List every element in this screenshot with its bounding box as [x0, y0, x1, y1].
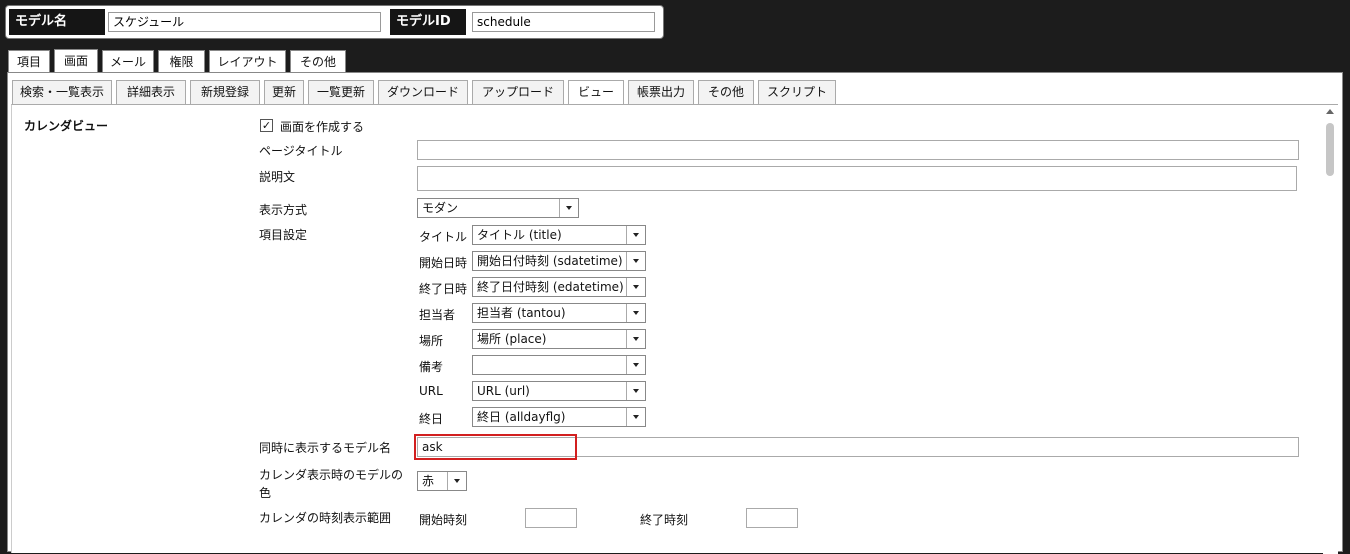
item-row-title-value: タイトル (title)	[477, 228, 562, 242]
time-range-label: カレンダの時刻表示範囲	[259, 511, 392, 525]
view-settings-content: カレンダビュー ✓ 画面を作成する ページタイトル 説明文 表示方式 モダン 項…	[11, 104, 1338, 554]
description-label: 説明文	[259, 170, 296, 184]
subtab-other[interactable]: その他	[698, 80, 754, 104]
chevron-down-icon	[626, 330, 645, 348]
tab-mail[interactable]: メール	[102, 50, 154, 73]
display-mode-select[interactable]: モダン	[417, 198, 579, 218]
subtab-download[interactable]: ダウンロード	[378, 80, 468, 104]
item-row-end-value: 終了日付時刻 (edatetime)	[477, 280, 624, 294]
item-row-title-select[interactable]: タイトル (title)	[472, 225, 646, 245]
item-row-end-label: 終了日時	[419, 282, 468, 296]
subtab-update[interactable]: 更新	[264, 80, 304, 104]
model-name-input[interactable]: スケジュール	[108, 12, 381, 32]
scroll-up-arrow-icon[interactable]	[1326, 109, 1334, 114]
item-row-assignee-label: 担当者	[419, 308, 456, 322]
chevron-down-icon	[447, 472, 466, 490]
item-row-place-value: 場所 (place)	[477, 332, 547, 346]
item-row-url-value: URL (url)	[477, 384, 530, 398]
chevron-down-icon	[626, 278, 645, 296]
page-title-input[interactable]	[417, 140, 1299, 160]
item-row-start-select[interactable]: 開始日付時刻 (sdatetime)	[472, 251, 646, 271]
model-color-label: カレンダ表示時のモデルの	[259, 468, 404, 482]
subtab-detail[interactable]: 詳細表示	[116, 80, 186, 104]
item-row-assignee-select[interactable]: 担当者 (tantou)	[472, 303, 646, 323]
chevron-down-icon	[626, 382, 645, 400]
subtab-search-list[interactable]: 検索・一覧表示	[12, 80, 112, 104]
item-row-allday-select[interactable]: 終日 (alldayflg)	[472, 407, 646, 427]
page-title-label: ページタイトル	[259, 144, 343, 158]
item-row-url-label: URL	[419, 384, 443, 398]
tab-other[interactable]: その他	[290, 50, 346, 73]
item-row-assignee-value: 担当者 (tantou)	[477, 306, 566, 320]
model-color-label-line2: 色	[259, 486, 272, 500]
end-time-label: 終了時刻	[640, 513, 689, 527]
display-mode-label: 表示方式	[259, 203, 308, 217]
model-color-value: 赤	[422, 474, 435, 488]
concurrent-models-label: 同時に表示するモデル名	[259, 441, 392, 455]
item-row-place-label: 場所	[419, 334, 444, 348]
vertical-scrollbar[interactable]	[1323, 105, 1338, 554]
chevron-down-icon	[626, 226, 645, 244]
item-row-end-select[interactable]: 終了日付時刻 (edatetime)	[472, 277, 646, 297]
description-input[interactable]	[417, 166, 1297, 191]
display-mode-value: モダン	[422, 201, 459, 215]
create-screen-label: 画面を作成する	[280, 120, 365, 134]
item-row-allday-value: 終日 (alldayflg)	[477, 410, 566, 424]
item-settings-label: 項目設定	[259, 228, 308, 242]
item-row-allday-label: 終日	[419, 412, 444, 426]
chevron-down-icon	[559, 199, 578, 217]
subtab-script[interactable]: スクリプト	[758, 80, 836, 104]
item-row-start-label: 開始日時	[419, 256, 468, 270]
model-id-input[interactable]: schedule	[472, 12, 655, 32]
item-row-title-label: タイトル	[419, 230, 468, 244]
item-row-start-value: 開始日付時刻 (sdatetime)	[477, 254, 623, 268]
start-time-label: 開始時刻	[419, 513, 468, 527]
tab-screen[interactable]: 画面	[54, 49, 98, 73]
chevron-down-icon	[626, 356, 645, 374]
subtab-upload[interactable]: アップロード	[472, 80, 564, 104]
main-panel: 検索・一覧表示 詳細表示 新規登録 更新 一覧更新 ダウンロード アップロード …	[7, 72, 1343, 554]
item-row-url-select[interactable]: URL (url)	[472, 381, 646, 401]
item-row-place-select[interactable]: 場所 (place)	[472, 329, 646, 349]
subtab-view[interactable]: ビュー	[568, 80, 624, 105]
chevron-down-icon	[626, 252, 645, 270]
item-row-notes-label: 備考	[419, 360, 444, 374]
tab-permissions[interactable]: 権限	[158, 50, 205, 73]
model-id-label: モデルID	[390, 9, 466, 35]
model-color-select[interactable]: 赤	[417, 471, 467, 491]
item-row-notes-select[interactable]	[472, 355, 646, 375]
highlight-box	[414, 434, 577, 460]
scrollbar-thumb[interactable]	[1326, 123, 1334, 176]
start-time-input[interactable]	[525, 508, 577, 528]
chevron-down-icon	[626, 304, 645, 322]
end-time-input[interactable]	[746, 508, 798, 528]
section-title: カレンダビュー	[24, 119, 109, 133]
tab-items[interactable]: 項目	[8, 50, 50, 73]
model-name-label: モデル名	[9, 9, 105, 35]
subtab-new[interactable]: 新規登録	[190, 80, 260, 104]
model-header-bar: モデル名 スケジュール モデルID schedule	[5, 5, 664, 39]
subtab-bulk-update[interactable]: 一覧更新	[308, 80, 374, 104]
subtab-form-output[interactable]: 帳票出力	[628, 80, 694, 104]
tab-layout[interactable]: レイアウト	[209, 50, 286, 73]
chevron-down-icon	[626, 408, 645, 426]
create-screen-checkbox[interactable]: ✓	[260, 119, 273, 132]
